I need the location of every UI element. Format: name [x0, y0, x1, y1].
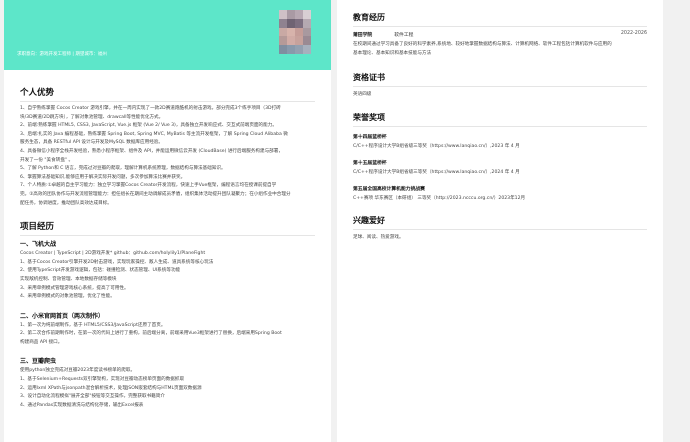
advantage-line: 服务生态，具备 RESTful API 设计与开发及MySQL 数据库应用经验。 [20, 140, 163, 146]
advantage-line: 3、后端:扎实的 Java 编程基础，熟练掌握 Spring Boot, Spr… [20, 131, 288, 137]
hobbies-section: 兴趣爱好 足球、阅读、热爱游戏。 [337, 215, 663, 243]
advantages-lines: 1、自学熟练掌握 Cocos Creator 游戏引擎，并在一周内实现了一款2D… [20, 105, 315, 208]
advantage-line: 完。②高效的团队协作与开发流程管理能力：担任组长在期间主动调解成员矛盾，组织集体… [20, 191, 291, 197]
project-line: Cocos Creator | TypeScript | 2D游戏开发* git… [20, 251, 206, 257]
project-line: 1、基于Cocos Creator引擎开发2D射击游戏，实现玩家操控、敌人生成、… [20, 259, 214, 265]
section-title-awards: 荣誉奖项 [353, 112, 647, 127]
award-detail: C++赛项 华东赛区（本研组） 三等奖（http://2023.ncccu.or… [353, 195, 526, 201]
project-line: 2、运用lxml XPath与jsonpath混合解析技术，处理JSON嵌套结构… [20, 385, 202, 391]
project-title: 三、豆瓣爬虫 [20, 358, 57, 366]
advantage-line: 5、了解 Python和 C 语言，完成过对豆瓣的爬取，理解计算机系统原理，数据… [20, 166, 226, 172]
job-intention: 求职意向：游戏开发工程师 | 期望城市：福州 [17, 52, 107, 57]
education-row: 莆田学院 软件工程 2022-2026 [353, 31, 647, 38]
project-line: 4、通过Pandas实现数据清洗与结构化存储，输出Excel报表 [20, 402, 144, 408]
certificates-section: 资格证书 英语四级 [337, 72, 663, 100]
education-line: 在校期间通过学习具备了良好的科学素养,系统地、较好地掌握数据结构与算法、计算机网… [353, 42, 612, 47]
award-name: 第十四届蓝桥杯 [353, 134, 387, 140]
award-detail: C/C++程序设计大学B组省级三等奖（https://www.lanqiao.c… [353, 143, 520, 149]
project-title: 一、飞机大战 [20, 241, 57, 249]
advantage-line: 4、具备微信小程序全栈开发经验，熟悉小程序框架、组件及 API，并能运用微信云开… [20, 148, 283, 154]
education-period: 2022-2026 [620, 31, 647, 36]
resume-page-right: 教育经历 莆田学院 软件工程 2022-2026 在校期间通过学习具备了良好的科… [337, 0, 663, 442]
project-line: 4、采用单例模式的对象池管理，优化了性能。 [20, 294, 115, 300]
header-banner: 求职意向：游戏开发工程师 | 期望城市：福州 [4, 0, 331, 70]
school-name: 莆田学院 [353, 33, 373, 38]
project-line: 3、采用单例模式管理游戏核心系统，提高了可用性。 [20, 285, 129, 291]
project-line: 3、设计自动化流程模拟"展开全部"按钮等交互操作，完整获取书籍简介 [20, 394, 165, 400]
project-line: 1、第一次为纯前端制作，基于 HTML5/CSS3/JavaScript还原了首… [20, 322, 166, 328]
project-line: 2、使用TypeScript开发游戏逻辑，包括：碰撞检测、状态管理、UI系统等功… [20, 268, 181, 274]
advantage-line: 1、自学熟练掌握 Cocos Creator 游戏引擎，并在一周内实现了一款2D… [20, 106, 281, 111]
project-line: 1、基于Selenium+Requests双引擎架构，实现对豆瓣动态榜单页面的数… [20, 377, 185, 383]
major: 软件工程 [394, 33, 414, 38]
avatar [279, 10, 311, 54]
resume-page-left: 求职意向：游戏开发工程师 | 期望城市：福州 个人优势 1、自学熟练掌握 Coc… [4, 0, 331, 442]
projects-section: 项目经历 一、飞机大战 Cocos Creator | TypeScript |… [4, 220, 331, 410]
advantage-line: 2、前端:熟练掌握 HTML5, CSS3, JavaScript, Vue.j… [20, 123, 277, 129]
project-title: 二、小米官网首页（两次制作） [20, 312, 105, 320]
advantage-line: 6、掌握算法基础知识,能够应用于解决实际开发问题，多次参加算法比赛并获奖。 [20, 174, 186, 180]
project-line: 使用python独立完成对豆瓣2023年度读书榜单的爬取。 [20, 368, 136, 374]
project-line: 2、第二次合作前期制作时，在第一次的代码上进行了重构，前后端分离，前端采用Vue… [20, 331, 282, 337]
project-line: 实现敌机控制、音效管理、本地数据存储等模块 [20, 276, 117, 282]
scrollbar[interactable] [682, 0, 690, 442]
advantage-line: 7、个人特质:①卓越的自主学习能力：独立学习掌握Cocos Creator开发流… [20, 183, 277, 189]
advantage-line: 开发了一份 "美食转盘" 。 [20, 157, 74, 163]
advantages-section: 个人优势 1、自学熟练掌握 Cocos Creator 游戏引擎，并在一周内实现… [4, 86, 331, 208]
section-title-projects: 项目经历 [20, 220, 315, 237]
section-title-certificates: 资格证书 [353, 72, 647, 88]
hobbies-text: 足球、阅读、热爱游戏。 [353, 234, 404, 240]
certificate-text: 英语四级 [353, 92, 372, 98]
section-title-education: 教育经历 [353, 12, 647, 27]
project-line: 构建商品 API 接口。 [20, 339, 63, 345]
awards-section: 荣誉奖项 第十四届蓝桥杯 C/C++程序设计大学B组省级三等奖（https://… [337, 112, 663, 201]
advantage-line: 配任务，协调进度，推动团队高效达成目标。 [20, 200, 112, 206]
award-name: 第十五届蓝桥杯 [353, 160, 387, 166]
education-line: 基本理论、基本知识和基本技能与方法 [353, 50, 432, 56]
section-title-advantages: 个人优势 [20, 86, 315, 102]
advantage-line: 块/3D赛道/2D跳方块），了解对象池管理、drawcall等性能优化方式。 [20, 114, 164, 120]
award-name: 第五届全国高校计算机能力挑战赛 [353, 186, 425, 192]
award-detail: C/C++程序设计大学B组省级三等奖（https://www.lanqiao.c… [353, 169, 520, 175]
education-section: 教育经历 莆田学院 软件工程 2022-2026 在校期间通过学习具备了良好的科… [337, 12, 663, 58]
section-title-hobbies: 兴趣爱好 [353, 215, 647, 230]
